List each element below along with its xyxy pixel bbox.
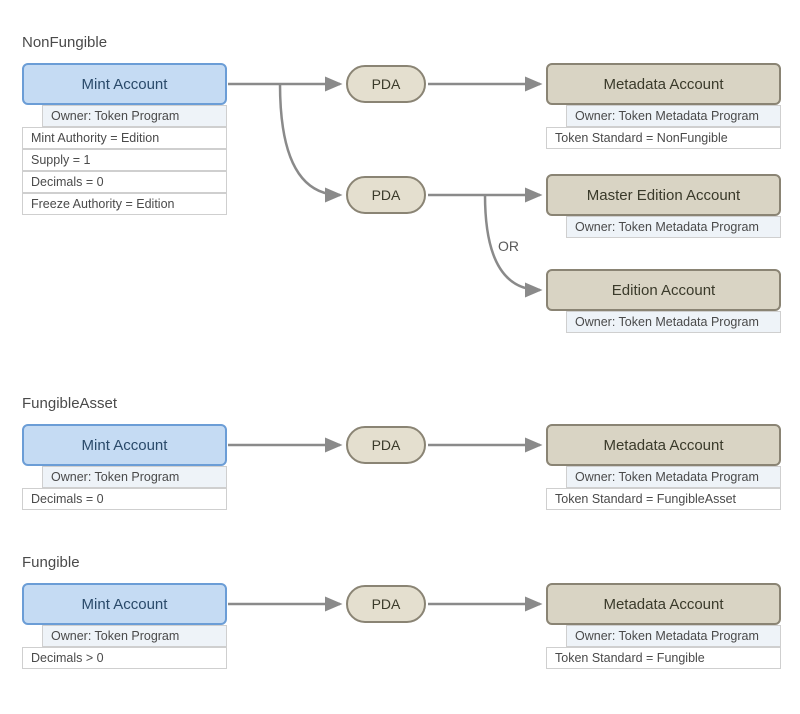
- section-label-nonfungible: NonFungible: [22, 34, 107, 51]
- mint-row-supply: Supply = 1: [22, 149, 227, 171]
- mint-row-mintauth: Mint Authority = Edition: [22, 127, 227, 149]
- master-edition-owner: Owner: Token Metadata Program: [566, 216, 781, 238]
- mint-row-f-decimals: Decimals > 0: [22, 647, 227, 669]
- or-label: OR: [498, 238, 519, 254]
- edition-owner: Owner: Token Metadata Program: [566, 311, 781, 333]
- pda-box-fungibleasset: PDA: [346, 426, 426, 464]
- metadata-tokenstd-fungibleasset: Token Standard = FungibleAsset: [546, 488, 781, 510]
- pda-box-2: PDA: [346, 176, 426, 214]
- metadata-account-fungible: Metadata Account: [546, 583, 781, 625]
- metadata-tokenstd-nonfungible: Token Standard = NonFungible: [546, 127, 781, 149]
- section-label-fungible: Fungible: [22, 554, 80, 571]
- metadata-owner-nonfungible: Owner: Token Metadata Program: [566, 105, 781, 127]
- mint-account-fungibleasset: Mint Account: [22, 424, 227, 466]
- mint-row-decimals: Decimals = 0: [22, 171, 227, 193]
- metadata-tokenstd-fungible: Token Standard = Fungible: [546, 647, 781, 669]
- master-edition-account: Master Edition Account: [546, 174, 781, 216]
- pda-box-1: PDA: [346, 65, 426, 103]
- mint-owner-fungibleasset: Owner: Token Program: [42, 466, 227, 488]
- mint-account-nonfungible: Mint Account: [22, 63, 227, 105]
- mint-row-fa-decimals: Decimals = 0: [22, 488, 227, 510]
- pda-box-fungible: PDA: [346, 585, 426, 623]
- metadata-account-nonfungible: Metadata Account: [546, 63, 781, 105]
- section-label-fungibleasset: FungibleAsset: [22, 395, 117, 412]
- metadata-account-fungibleasset: Metadata Account: [546, 424, 781, 466]
- mint-row-freezeauth: Freeze Authority = Edition: [22, 193, 227, 215]
- mint-owner-fungible: Owner: Token Program: [42, 625, 227, 647]
- metadata-owner-fungible: Owner: Token Metadata Program: [566, 625, 781, 647]
- mint-account-fungible: Mint Account: [22, 583, 227, 625]
- mint-owner-nonfungible: Owner: Token Program: [42, 105, 227, 127]
- metadata-owner-fungibleasset: Owner: Token Metadata Program: [566, 466, 781, 488]
- edition-account: Edition Account: [546, 269, 781, 311]
